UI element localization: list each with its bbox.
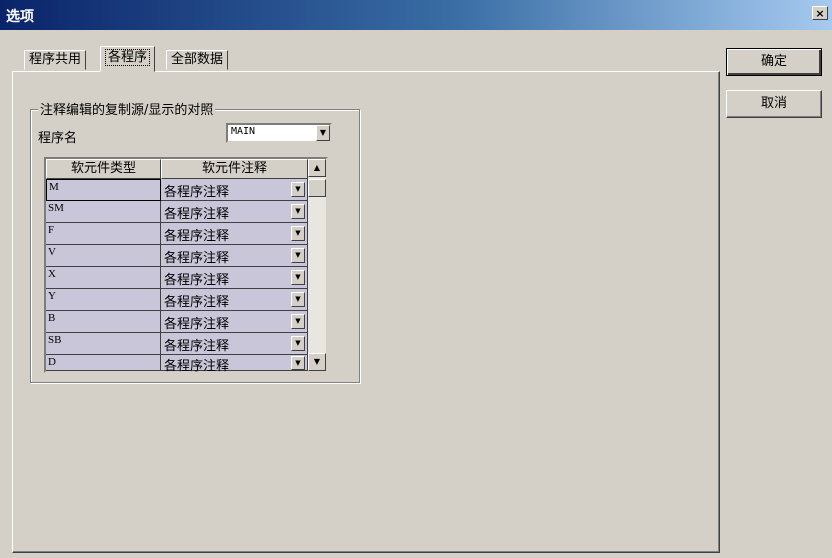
device-type-cell[interactable]: F <box>46 223 161 245</box>
device-type-cell[interactable]: Y <box>46 289 161 311</box>
chevron-down-icon[interactable]: ▼ <box>316 125 330 141</box>
device-comment-cell[interactable]: 各程序注释 ▼ <box>161 311 308 333</box>
chevron-down-icon[interactable]: ▼ <box>291 336 305 351</box>
tab-all-data-label: 全部数据 <box>171 52 224 67</box>
chevron-down-icon[interactable]: ▼ <box>291 314 305 329</box>
device-comment-cell[interactable]: 各程序注释 ▼ <box>161 355 308 374</box>
device-comment-value: 各程序注释 <box>164 273 230 288</box>
device-comment-cell[interactable]: 各程序注释 ▼ <box>161 179 308 201</box>
ok-button[interactable]: 确定 <box>726 48 822 76</box>
tab-each-program[interactable]: 各程序 <box>100 46 156 72</box>
chevron-down-icon[interactable]: ▼ <box>291 226 305 241</box>
table-row[interactable]: M 各程序注释 ▼ <box>46 179 308 201</box>
title-bar: 选项 × <box>0 0 832 30</box>
device-comment-cell[interactable]: 各程序注释 ▼ <box>161 333 308 355</box>
device-comment-value: 各程序注释 <box>164 251 230 266</box>
device-comment-value: 各程序注释 <box>164 207 230 222</box>
table-row[interactable]: SM 各程序注释 ▼ <box>46 201 308 223</box>
table-row[interactable]: V 各程序注释 ▼ <box>46 245 308 267</box>
program-name-select[interactable]: MAIN ▼ <box>226 123 332 143</box>
table-row[interactable]: Y 各程序注释 ▼ <box>46 289 308 311</box>
device-type-cell[interactable]: V <box>46 245 161 267</box>
chevron-down-icon[interactable]: ▼ <box>291 248 305 263</box>
chevron-down-icon[interactable]: ▼ <box>291 356 305 370</box>
device-type-cell[interactable]: B <box>46 311 161 333</box>
window-title: 选项 <box>6 9 34 25</box>
device-type-cell[interactable]: D <box>46 355 161 371</box>
device-comment-cell[interactable]: 各程序注释 ▼ <box>161 289 308 311</box>
chevron-down-icon[interactable]: ▼ <box>291 182 305 197</box>
device-comment-cell[interactable]: 各程序注释 ▼ <box>161 245 308 267</box>
device-type-cell[interactable]: SB <box>46 333 161 355</box>
tab-common[interactable]: 程序共用 <box>24 50 87 70</box>
tab-common-label: 程序共用 <box>29 52 82 67</box>
device-comment-value: 各程序注释 <box>164 339 230 354</box>
scroll-up-icon[interactable]: ▲ <box>308 159 326 177</box>
device-comment-value: 各程序注释 <box>164 295 230 310</box>
device-type-cell[interactable]: SM <box>46 201 161 223</box>
device-comment-grid: 软元件类型 软元件注释 M 各程序注释 ▼ SM 各程序注释 ▼ F 各程序注释 ▼ … <box>44 157 328 374</box>
chevron-down-icon[interactable]: ▼ <box>291 292 305 307</box>
tab-all-data[interactable]: 全部数据 <box>166 50 229 70</box>
device-comment-cell[interactable]: 各程序注释 ▼ <box>161 223 308 245</box>
cancel-button[interactable]: 取消 <box>726 90 822 118</box>
table-row[interactable]: F 各程序注释 ▼ <box>46 223 308 245</box>
device-type-cell[interactable]: X <box>46 267 161 289</box>
device-comment-value: 各程序注释 <box>164 185 230 200</box>
chevron-down-icon[interactable]: ▼ <box>291 270 305 285</box>
device-type-cell[interactable]: M <box>46 179 161 201</box>
device-comment-value: 各程序注释 <box>164 317 230 332</box>
table-row[interactable]: D 各程序注释 ▼ <box>46 355 308 374</box>
scroll-down-icon[interactable]: ▼ <box>308 353 326 371</box>
column-header-device-type[interactable]: 软元件类型 <box>46 159 161 179</box>
close-button[interactable]: × <box>812 6 828 20</box>
device-comment-cell[interactable]: 各程序注释 ▼ <box>161 201 308 223</box>
device-comment-value: 各程序注释 <box>164 229 230 244</box>
vertical-scrollbar[interactable]: ▲ ▼ <box>308 159 326 371</box>
device-comment-cell[interactable]: 各程序注释 ▼ <box>161 267 308 289</box>
chevron-down-icon[interactable]: ▼ <box>291 204 305 219</box>
tab-each-program-label: 各程序 <box>105 49 151 66</box>
table-row[interactable]: B 各程序注释 ▼ <box>46 311 308 333</box>
device-comment-value: 各程序注释 <box>164 359 230 374</box>
column-header-device-comment[interactable]: 软元件注释 <box>161 159 308 179</box>
scroll-thumb[interactable] <box>308 179 326 197</box>
table-row[interactable]: X 各程序注释 ▼ <box>46 267 308 289</box>
table-row[interactable]: SB 各程序注释 ▼ <box>46 333 308 355</box>
groupbox-title: 注释编辑的复制源/显示的对照 <box>38 99 216 118</box>
program-name-value: MAIN <box>231 126 256 137</box>
program-name-label: 程序名 <box>38 131 78 146</box>
